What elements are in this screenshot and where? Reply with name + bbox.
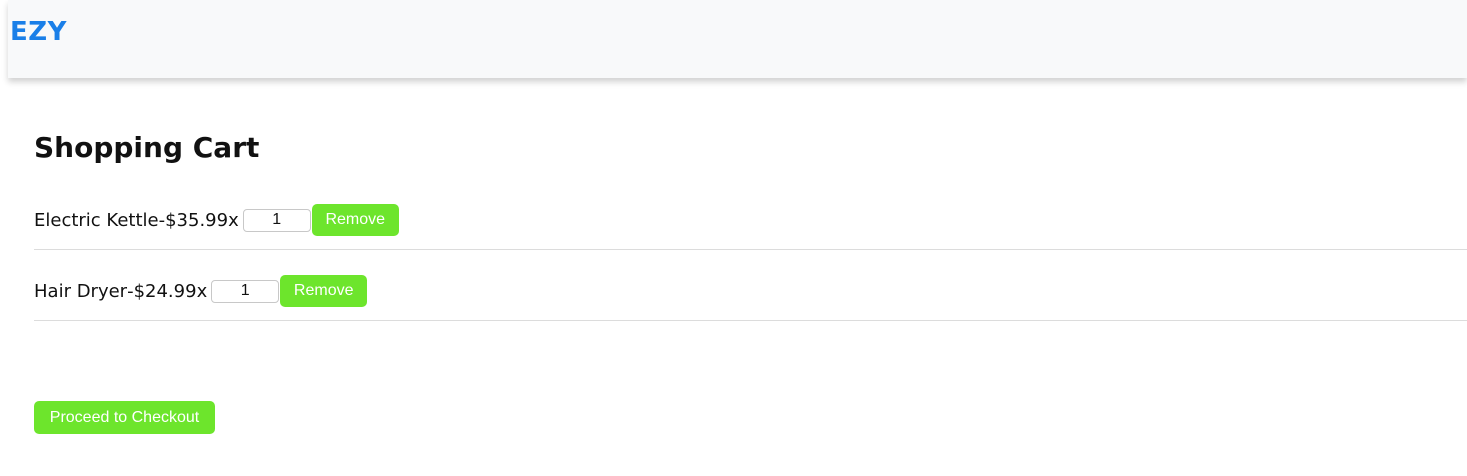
quantity-input[interactable] <box>242 208 311 232</box>
item-price: $35.99 <box>165 209 229 231</box>
cart-item-line: Electric Kettle - $35.99 x Remove <box>34 204 399 236</box>
item-times: x <box>228 209 239 231</box>
navbar: EZY <box>8 0 1467 78</box>
item-name: Hair Dryer <box>34 280 128 302</box>
brand-logo[interactable]: EZY <box>10 17 67 47</box>
item-name: Electric Kettle <box>34 209 159 231</box>
item-times: x <box>196 280 208 302</box>
remove-button[interactable]: Remove <box>311 204 399 236</box>
remove-button[interactable]: Remove <box>280 275 368 307</box>
cart-item-line: Hair Dryer - $24.99 x Remove <box>34 275 368 307</box>
quantity-input[interactable] <box>211 279 280 303</box>
cart-item: Hair Dryer - $24.99 x Remove <box>34 250 1467 321</box>
page-title: Shopping Cart <box>34 131 260 164</box>
cart-item: Electric Kettle - $35.99 x Remove <box>34 179 1467 250</box>
item-price: $24.99 <box>133 280 197 302</box>
checkout-button[interactable]: Proceed to Checkout <box>34 401 215 434</box>
